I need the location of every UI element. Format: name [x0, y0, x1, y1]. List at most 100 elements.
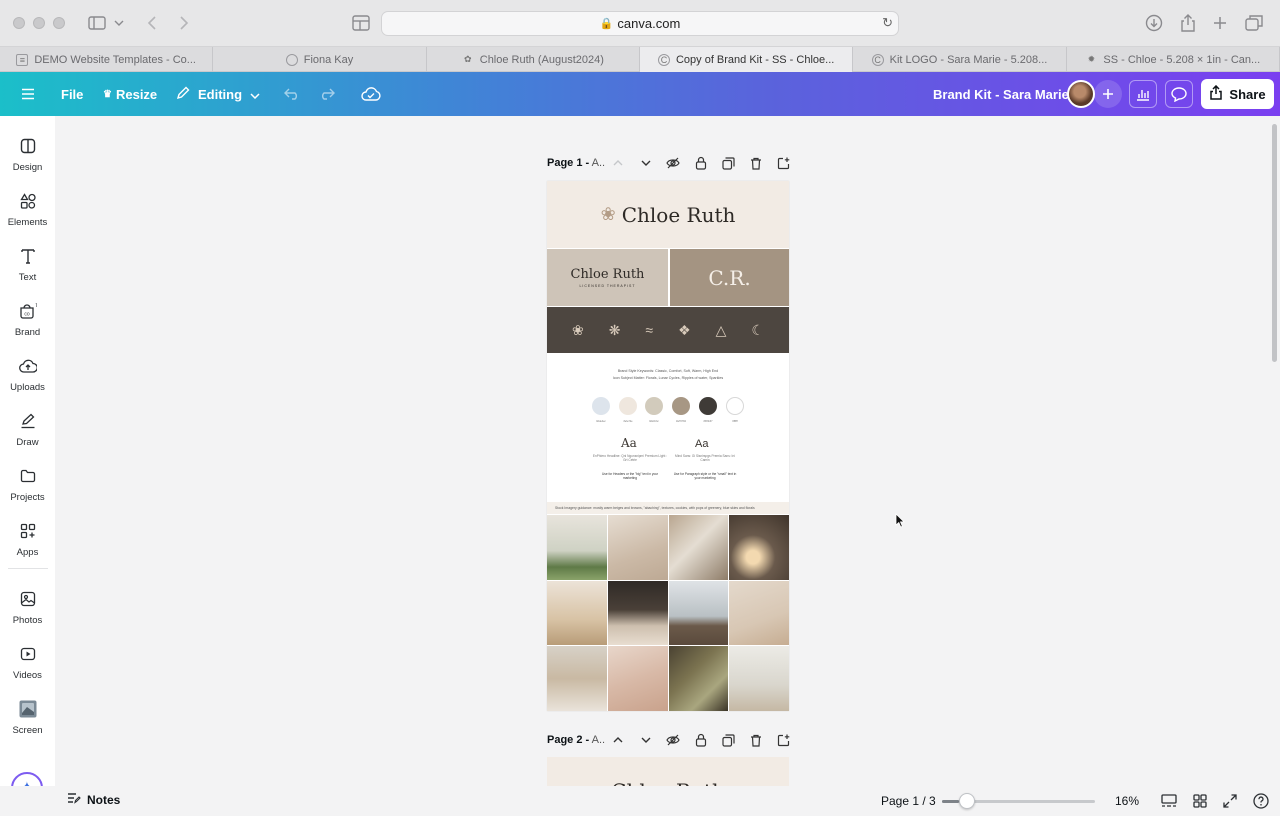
design-page-1[interactable]: ❀ Chloe Ruth Chloe Ruth LICENSED THERAPI…: [547, 181, 789, 711]
file-menu[interactable]: File: [61, 72, 83, 116]
zoom-slider-fill: [942, 800, 959, 803]
leaf-icon: ✿: [463, 54, 472, 64]
zoom-level[interactable]: 16%: [1115, 794, 1139, 808]
lock-icon[interactable]: [694, 733, 708, 747]
undo-icon[interactable]: [278, 80, 306, 108]
zoom-slider-handle[interactable]: [959, 793, 975, 809]
mood-photo[interactable]: [607, 646, 668, 711]
fullscreen-icon[interactable]: [1222, 793, 1238, 809]
chevron-down-icon[interactable]: [639, 156, 653, 170]
trash-icon[interactable]: [749, 156, 763, 170]
mood-photo[interactable]: [607, 580, 668, 646]
page-2-title[interactable]: Page 2 - A..: [547, 734, 605, 746]
avatar[interactable]: [1067, 80, 1095, 108]
resize-button[interactable]: ♛ Resize: [103, 72, 157, 116]
comment-icon[interactable]: [1165, 80, 1193, 108]
editing-mode-dropdown[interactable]: Editing: [176, 72, 260, 116]
share-sheet-icon[interactable]: [1177, 12, 1199, 34]
browser-tab[interactable]: ✿ Chloe Ruth (August2024): [427, 47, 640, 72]
sidebar-item-design[interactable]: Design: [0, 132, 55, 182]
new-tab-icon[interactable]: [1209, 12, 1231, 34]
sidebar-item-apps[interactable]: Apps: [0, 517, 55, 567]
minimize-window-button[interactable]: [33, 17, 45, 29]
mood-photo[interactable]: [729, 580, 789, 646]
zoom-window-button[interactable]: [53, 17, 65, 29]
sidebar-item-videos[interactable]: Videos: [0, 640, 55, 690]
notes-button[interactable]: Notes: [67, 792, 120, 807]
sidebar-item-brand[interactable]: co ♛ Brand: [0, 297, 55, 347]
address-bar[interactable]: 🔒 canva.com ↻: [381, 11, 899, 36]
sidebar-item-uploads[interactable]: Uploads: [0, 352, 55, 402]
brand-icons-strip[interactable]: ❀ ❋ ≈ ❖ △ ☾: [547, 307, 789, 353]
chevron-up-icon[interactable]: [611, 733, 625, 747]
hide-page-icon[interactable]: [666, 733, 680, 747]
sparkle-icon: ❋: [608, 321, 621, 338]
mood-photo[interactable]: [729, 515, 789, 580]
chevron-down-icon[interactable]: [639, 733, 653, 747]
grid-view-icon[interactable]: [1192, 793, 1208, 809]
mood-photo[interactable]: [547, 646, 607, 711]
lock-icon[interactable]: [694, 156, 708, 170]
tab-overview-icon[interactable]: [350, 12, 372, 34]
reload-icon[interactable]: ↻: [882, 15, 893, 31]
mood-photo[interactable]: [547, 515, 607, 580]
design-page-2[interactable]: Chloe Ruth: [547, 757, 789, 787]
monogram-logo[interactable]: C.R.: [670, 249, 789, 306]
mood-photo[interactable]: [607, 515, 668, 580]
crescent-moon-icon: ☾: [751, 321, 764, 338]
hide-page-icon[interactable]: [666, 156, 680, 170]
chevron-up-icon[interactable]: [611, 156, 625, 170]
color-swatch[interactable]: [645, 397, 663, 415]
mood-photo[interactable]: [668, 515, 729, 580]
mood-photo[interactable]: [729, 646, 789, 711]
sidebar-item-photos[interactable]: Photos: [0, 585, 55, 635]
insights-chart-icon[interactable]: [1129, 80, 1157, 108]
trash-icon[interactable]: [749, 733, 763, 747]
sidebar-item-text[interactable]: Text: [0, 242, 55, 292]
downloads-icon[interactable]: [1143, 12, 1165, 34]
back-icon[interactable]: [141, 12, 163, 34]
color-swatch[interactable]: [672, 397, 690, 415]
color-swatch[interactable]: [699, 397, 717, 415]
chevron-down-icon[interactable]: [112, 12, 126, 34]
color-swatch[interactable]: [592, 397, 610, 415]
browser-tab[interactable]: ✹ SS - Chloe - 5.208 × 1in - Can...: [1067, 47, 1280, 72]
add-page-icon[interactable]: [776, 733, 790, 747]
cloud-saved-icon[interactable]: [357, 80, 385, 108]
forward-icon[interactable]: [173, 12, 195, 34]
mood-photo[interactable]: [547, 580, 607, 646]
help-icon[interactable]: [1253, 793, 1269, 809]
add-page-icon[interactable]: [776, 156, 790, 170]
primary-logo[interactable]: ❀ Chloe Ruth: [547, 181, 789, 248]
close-window-button[interactable]: [13, 17, 25, 29]
body-font-description: Mind Sans: Gi Sisnirspgs Premia Sans: In…: [675, 454, 735, 463]
pages-view-icon[interactable]: [1161, 793, 1177, 809]
document-title[interactable]: Brand Kit - Sara Marie: [933, 72, 1069, 116]
menu-icon[interactable]: [14, 80, 42, 108]
sidebar-item-elements[interactable]: Elements: [0, 187, 55, 237]
browser-tab[interactable]: ≡ DEMO Website Templates - Co...: [0, 47, 214, 72]
sidebar-item-draw[interactable]: Draw: [0, 407, 55, 457]
browser-tab[interactable]: Fiona Kay: [213, 47, 427, 72]
tab-windows-icon[interactable]: [1243, 12, 1265, 34]
duplicate-page-icon[interactable]: [721, 156, 735, 170]
secondary-logo[interactable]: Chloe Ruth LICENSED THERAPIST: [547, 249, 668, 306]
lotus-logo-icon: ❀: [600, 204, 616, 225]
browser-tab-active[interactable]: C Copy of Brand Kit - SS - Chloe...: [639, 47, 854, 72]
page-count[interactable]: Page 1 / 3: [881, 794, 936, 808]
add-collaborator-icon[interactable]: [1094, 80, 1122, 108]
mood-photo[interactable]: [668, 646, 729, 711]
redo-icon[interactable]: [313, 80, 341, 108]
mood-photo[interactable]: [668, 580, 729, 646]
browser-tab[interactable]: C Kit LOGO - Sara Marie - 5.208...: [853, 47, 1067, 72]
share-button[interactable]: Share: [1201, 79, 1274, 109]
color-swatch[interactable]: [726, 397, 744, 415]
canvas-scrollbar[interactable]: [1272, 124, 1277, 362]
sidebar-item-projects[interactable]: Projects: [0, 462, 55, 512]
tab-label: Chloe Ruth (August2024): [479, 53, 604, 66]
sidebar-item-screen[interactable]: Screen: [0, 695, 55, 745]
duplicate-page-icon[interactable]: [721, 733, 735, 747]
sidebar-toggle-icon[interactable]: [86, 12, 108, 34]
color-swatch[interactable]: [619, 397, 637, 415]
page-1-title[interactable]: Page 1 - A..: [547, 157, 605, 169]
